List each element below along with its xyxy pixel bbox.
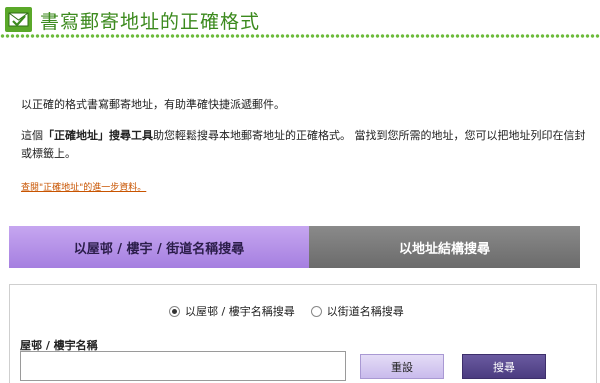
tool-description-pre: 這個 <box>21 129 43 142</box>
page-header: 書寫郵寄地址的正確格式 <box>0 0 600 40</box>
tool-name: 「正確地址」搜尋工具 <box>43 129 153 142</box>
search-panel: 以屋邨 / 樓宇名稱搜尋 以街道名稱搜尋 屋邨 / 樓宇名稱 重設 搜尋 <box>9 284 597 383</box>
radio-street-name-label: 以街道名稱搜尋 <box>326 305 404 318</box>
radio-selected-icon[interactable] <box>169 305 180 317</box>
page-title: 書寫郵寄地址的正確格式 <box>40 11 261 33</box>
radio-building-name-label: 以屋邨 / 樓宇名稱搜尋 <box>185 305 295 318</box>
building-name-input[interactable] <box>20 351 346 381</box>
search-tabs: 以屋邨 / 樓宇 / 街道名稱搜尋 以地址結構搜尋 <box>9 226 580 268</box>
dotted-divider <box>0 33 600 39</box>
envelope-check-icon <box>5 7 32 32</box>
tab-search-by-structure[interactable]: 以地址結構搜尋 <box>309 226 580 268</box>
tool-description: 這個「正確地址」搜尋工具助您輕鬆搜尋本地郵寄地址的正確格式。 當找到您所需的地址… <box>21 127 586 163</box>
search-button[interactable]: 搜尋 <box>462 354 546 379</box>
radio-building-name[interactable]: 以屋邨 / 樓宇名稱搜尋 <box>169 303 295 319</box>
intro-text: 以正確的格式書寫郵寄地址，有助準確快捷派遞郵件。 <box>21 98 285 111</box>
radio-street-name[interactable]: 以街道名稱搜尋 <box>310 303 404 319</box>
more-info-link[interactable]: 查閱"正確地址"的進一步資料。 <box>21 180 146 193</box>
search-type-radios: 以屋邨 / 樓宇名稱搜尋 以街道名稱搜尋 <box>169 303 420 319</box>
reset-button[interactable]: 重設 <box>360 354 444 379</box>
tab-search-by-name[interactable]: 以屋邨 / 樓宇 / 街道名稱搜尋 <box>9 226 309 268</box>
radio-unselected-icon[interactable] <box>310 305 322 317</box>
